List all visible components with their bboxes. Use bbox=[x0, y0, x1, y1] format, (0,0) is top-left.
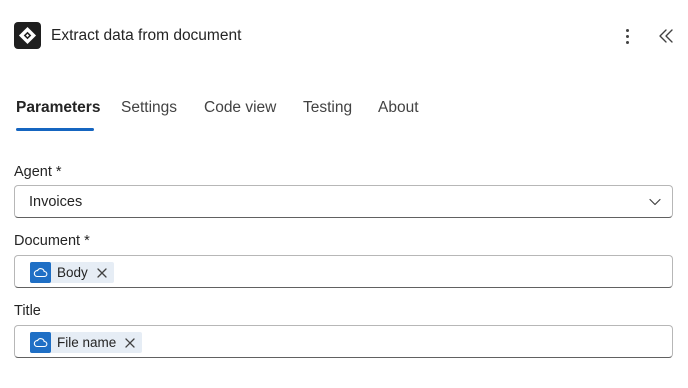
close-icon[interactable] bbox=[96, 267, 108, 279]
chevron-down-icon bbox=[649, 198, 661, 206]
document-input[interactable]: Body bbox=[14, 255, 673, 288]
document-token[interactable]: Body bbox=[30, 262, 114, 283]
panel-header: Extract data from document bbox=[14, 22, 684, 50]
title-token-label: File name bbox=[57, 334, 117, 350]
tab-parameters[interactable]: Parameters bbox=[16, 96, 100, 120]
document-label: Document * bbox=[14, 233, 90, 249]
tab-code-view[interactable]: Code view bbox=[204, 96, 276, 120]
document-token-label: Body bbox=[57, 264, 88, 280]
title-label: Title bbox=[14, 303, 41, 319]
more-vertical-icon bbox=[625, 28, 629, 32]
active-tab-indicator bbox=[16, 128, 94, 131]
tab-testing[interactable]: Testing bbox=[303, 96, 352, 120]
agent-selected-value: Invoices bbox=[29, 194, 83, 210]
collapse-panel-button[interactable] bbox=[655, 24, 677, 48]
tab-about[interactable]: About bbox=[378, 96, 419, 120]
agent-dropdown[interactable]: Invoices bbox=[14, 185, 673, 218]
title-token[interactable]: File name bbox=[30, 332, 143, 353]
tab-settings[interactable]: Settings bbox=[121, 96, 177, 120]
panel-title: Extract data from document bbox=[51, 27, 242, 44]
double-chevron-left-icon bbox=[659, 29, 673, 43]
close-icon[interactable] bbox=[124, 337, 136, 349]
title-input[interactable]: File name bbox=[14, 325, 673, 358]
more-options-button[interactable] bbox=[617, 25, 637, 47]
agent-label: Agent * bbox=[14, 164, 62, 180]
ai-builder-icon bbox=[14, 22, 41, 49]
onedrive-cloud-icon bbox=[30, 262, 51, 283]
onedrive-cloud-icon bbox=[30, 332, 51, 353]
